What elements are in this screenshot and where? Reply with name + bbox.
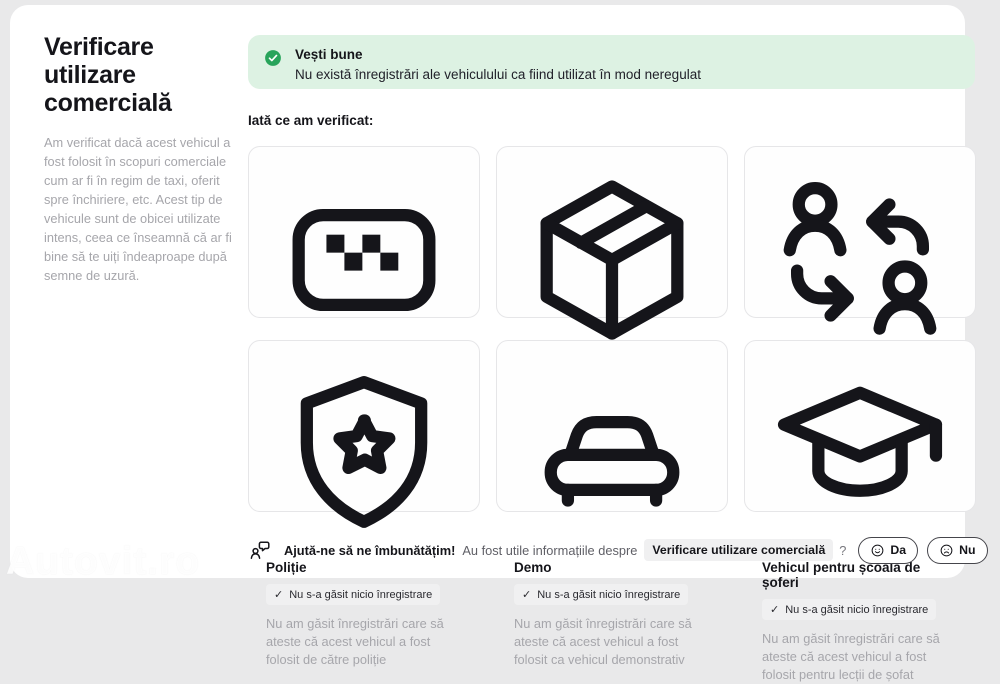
no-label: Nu xyxy=(959,543,976,557)
banner-message: Nu există înregistrări ale vehiculului c… xyxy=(295,67,701,82)
page-description: Am verificat dacă acest vehicul a fost f… xyxy=(44,135,232,283)
status-badge: ✓ Nu s-a găsit nicio înregistrare xyxy=(514,584,689,605)
badge-label: Nu s-a găsit nicio înregistrare xyxy=(537,588,681,601)
feedback-bar: Ajută-ne să ne îmbunătățim! Au fost util… xyxy=(248,536,997,564)
swap-users-icon xyxy=(762,162,958,358)
sad-face-icon xyxy=(940,544,953,556)
badge-label: Nu s-a găsit nicio înregistrare xyxy=(785,603,929,616)
car-front-icon xyxy=(514,356,710,552)
check-icon: ✓ xyxy=(274,589,284,601)
package-icon xyxy=(514,162,710,358)
check-icon: ✓ xyxy=(522,589,532,601)
feedback-topic-chip: Verificare utilizare comercială xyxy=(644,539,834,561)
card-description: Nu am găsit înregistrări care să ateste … xyxy=(514,616,692,667)
section-sidebar: Verificare utilizare comercială Am verif… xyxy=(44,33,232,285)
section-heading: Iată ce am verificat: xyxy=(248,113,374,128)
smiley-face-icon xyxy=(872,544,884,556)
check-card-rental: Închiriere ✓Nu s-a găsit nicio înregistr… xyxy=(744,146,976,473)
taxi-sign-icon xyxy=(266,162,462,358)
banner-title: Vești bune xyxy=(295,47,363,62)
check-circle-icon xyxy=(264,49,282,67)
card-description: Nu am găsit înregistrări care să ateste … xyxy=(266,616,444,667)
report-panel: Verificare utilizare comercială Am verif… xyxy=(10,5,988,682)
feedback-yes-button[interactable]: Da xyxy=(858,536,919,564)
check-card-taxi: Taxi ✓Nu s-a găsit nicio înregistrare Nu… xyxy=(248,146,480,473)
status-badge: ✓ Nu s-a găsit nicio înregistrare xyxy=(762,599,937,620)
feedback-prompt: Au fost utile informațiile despre xyxy=(462,542,638,558)
feedback-prompt-bold: Ajută-ne să ne îmbunătățim! xyxy=(284,542,456,558)
help-icon[interactable]: ? xyxy=(839,543,846,558)
check-icon: ✓ xyxy=(770,604,780,616)
card-description: Nu am găsit înregistrări care să ateste … xyxy=(762,631,940,682)
check-card-police: Poliție ✓ Nu s-a găsit nicio înregistrare… xyxy=(248,340,480,667)
yes-label: Da xyxy=(890,543,907,557)
badge-label: Nu s-a găsit nicio înregistrare xyxy=(289,588,433,601)
check-card-transport: Transport ✓Nu s-a găsit nicio înregistra… xyxy=(496,146,728,473)
feedback-no-button[interactable]: Nu xyxy=(927,536,988,564)
check-card-driving-school: Vehicul pentru școala de șoferi ✓ Nu s-a … xyxy=(744,340,976,682)
check-card-demo: Demo ✓ Nu s-a găsit nicio înregistrare Nu… xyxy=(496,340,728,667)
status-badge: ✓ Nu s-a găsit nicio înregistrare xyxy=(266,584,441,605)
graduation-cap-icon xyxy=(762,356,958,552)
shield-star-icon xyxy=(266,356,462,552)
good-news-banner: Vești bune Nu există înregistrări ale ve… xyxy=(248,35,975,89)
card-title: Vehicul pentru școala de șoferi xyxy=(762,560,921,590)
person-chat-icon xyxy=(248,538,272,562)
page-title: Verificare utilizare comercială xyxy=(44,33,172,117)
